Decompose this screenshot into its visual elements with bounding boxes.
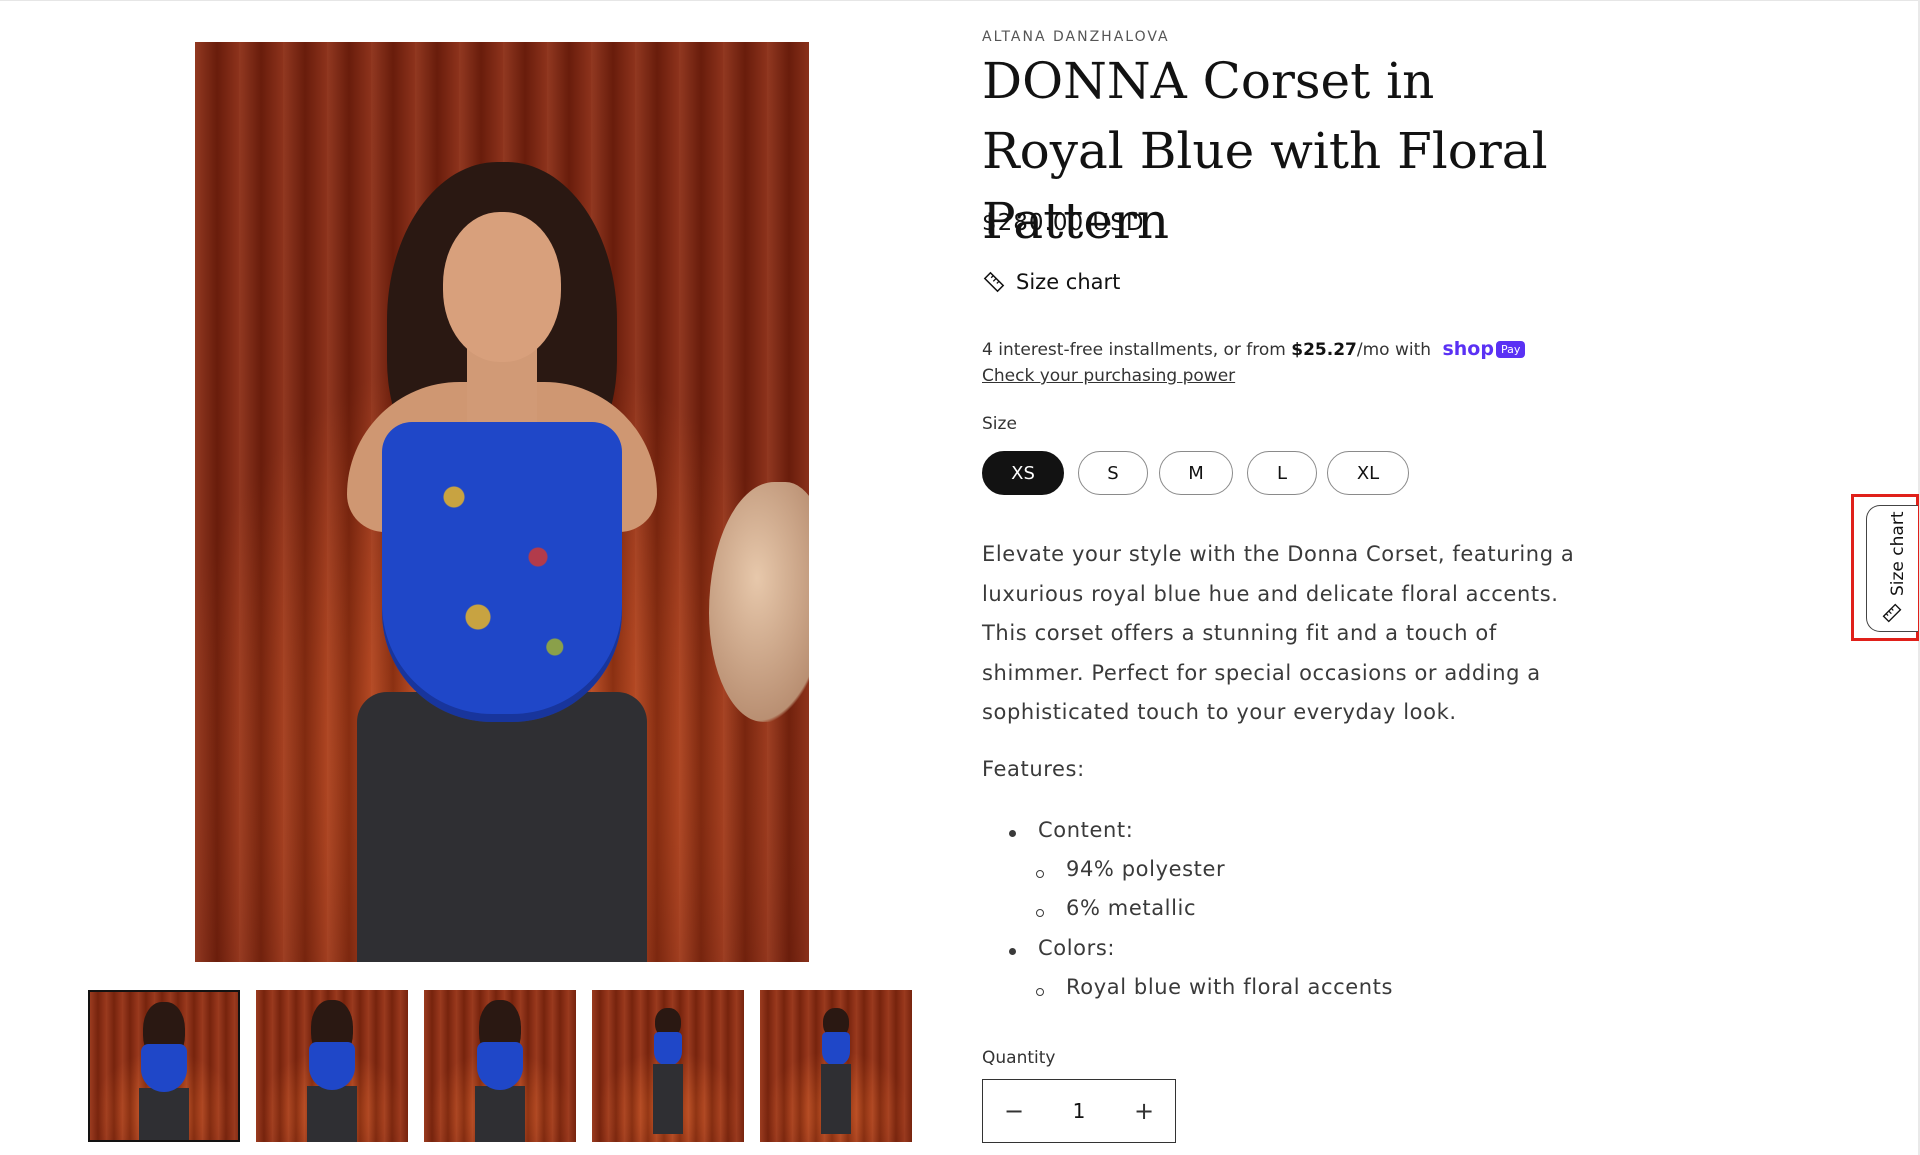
bullet <box>1009 830 1016 837</box>
feature-polyester: 94% polyester <box>1066 857 1226 881</box>
size-chart-link[interactable]: Size chart <box>982 270 1120 294</box>
vendor-name: ALTANA DANZHALOVA <box>982 29 1170 45</box>
quantity-label: Quantity <box>982 1048 1056 1068</box>
quantity-increase-button[interactable]: + <box>1113 1080 1175 1142</box>
installments-prefix: 4 interest-free installments, or from <box>982 340 1292 360</box>
floating-size-chart-tab[interactable]: Size chart <box>1866 505 1918 632</box>
feature-colors-label: Colors: <box>1038 936 1116 960</box>
thumbnail-2[interactable] <box>256 990 408 1142</box>
size-option-m[interactable]: M <box>1159 451 1233 495</box>
sub-bullet <box>1036 988 1044 996</box>
size-label: Size <box>982 414 1017 434</box>
quantity-stepper: − + <box>982 1079 1176 1143</box>
main-product-image[interactable] <box>195 42 809 962</box>
model-jeans <box>357 692 647 962</box>
feature-metallic: 6% metallic <box>1066 896 1197 920</box>
feature-royal-blue: Royal blue with floral accents <box>1066 975 1394 999</box>
installments-suffix: /mo with <box>1356 340 1432 360</box>
shop-pay-badge: Pay <box>1495 341 1526 358</box>
size-option-s[interactable]: S <box>1078 451 1148 495</box>
thumbnail-4[interactable] <box>592 990 744 1142</box>
sub-bullet <box>1036 909 1044 917</box>
model-face <box>443 212 561 362</box>
ruler-icon <box>983 271 1005 293</box>
size-option-xl[interactable]: XL <box>1327 451 1409 495</box>
thumbnail-1[interactable] <box>88 990 240 1142</box>
feature-content-label: Content: <box>1038 818 1134 842</box>
size-chart-label: Size chart <box>1016 270 1121 294</box>
product-price: $280.00 USD <box>982 210 1145 236</box>
quantity-input[interactable] <box>1045 1090 1113 1132</box>
floating-tab-label: Size chart <box>1888 511 1908 597</box>
blue-floral-corset <box>382 422 622 722</box>
thumbnail-5[interactable] <box>760 990 912 1142</box>
quantity-decrease-button[interactable]: − <box>983 1080 1045 1142</box>
top-border <box>0 0 1920 1</box>
size-option-xs[interactable]: XS <box>982 451 1064 495</box>
installments-text: 4 interest-free installments, or from $2… <box>982 338 1526 360</box>
sub-bullet <box>1036 870 1044 878</box>
installments-amount: $25.27 <box>1291 340 1357 360</box>
bullet <box>1009 948 1016 955</box>
product-description: Elevate your style with the Donna Corset… <box>982 542 1575 724</box>
shop-pay-logo: shop <box>1442 338 1494 360</box>
purchasing-power-link[interactable]: Check your purchasing power <box>982 366 1235 386</box>
size-option-l[interactable]: L <box>1247 451 1317 495</box>
ruler-icon <box>1882 603 1902 623</box>
thumbnail-3[interactable] <box>424 990 576 1142</box>
features-heading: Features: <box>982 757 1085 781</box>
